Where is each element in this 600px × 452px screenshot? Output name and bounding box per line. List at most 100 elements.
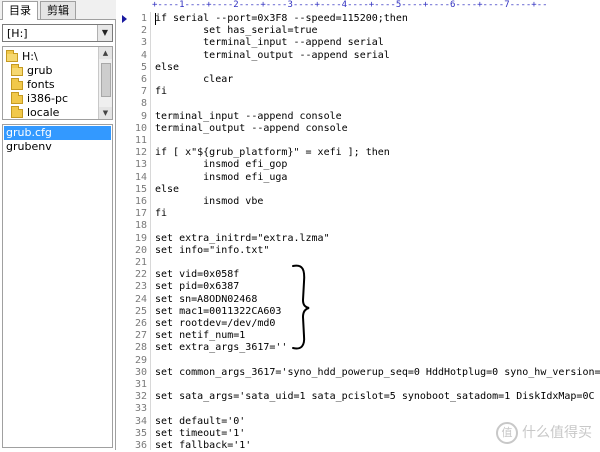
column-ruler: +----1----+----2----+----3----+----4----…: [152, 0, 600, 10]
tree-scrollbar[interactable]: ▲ ▼: [98, 47, 112, 119]
line-number: 17: [134, 208, 147, 219]
panel-tabbar: 目录 剪辑: [0, 0, 116, 20]
scrollbar-thumb[interactable]: [101, 63, 111, 97]
line-number: 3: [140, 37, 147, 48]
folder-open-icon: [11, 63, 23, 76]
code-line[interactable]: fi: [155, 86, 167, 98]
line-number: 25: [134, 306, 147, 317]
code-line[interactable]: if [ x"${grub_platform}" = xefi ]; then: [155, 147, 390, 159]
code-line[interactable]: set common_args_3617='syno_hdd_powerup_s…: [155, 367, 600, 379]
code-line[interactable]: set has_serial=true: [155, 25, 317, 37]
line-number: 31: [134, 379, 147, 390]
tree-item-i386-pc[interactable]: i386-pc: [11, 91, 69, 106]
file-item-grub-cfg[interactable]: grub.cfg: [4, 126, 111, 140]
line-number: 11: [134, 135, 147, 146]
line-number: 19: [134, 233, 147, 244]
watermark-text: 什么值得买: [522, 425, 592, 441]
code-line[interactable]: set sata_args='sata_uid=1 sata_pcislot=5…: [155, 391, 600, 403]
code-line[interactable]: set extra_initrd="extra.lzma": [155, 233, 330, 245]
line-number: 10: [134, 123, 147, 134]
code-line[interactable]: set netif_num=1: [155, 330, 245, 342]
folder-open-icon: [6, 49, 18, 62]
code-line[interactable]: set extra_args_3617='': [155, 342, 287, 354]
line-number: 20: [134, 245, 147, 256]
line-number: 1: [140, 13, 147, 24]
drive-dropdown[interactable]: [H:] ▼: [2, 24, 113, 42]
line-number: 22: [134, 269, 147, 280]
code-line[interactable]: terminal_output --append serial: [155, 50, 390, 62]
code-line[interactable]: set fallback='1': [155, 440, 251, 452]
code-line[interactable]: set mac1=0011322CA603: [155, 306, 281, 318]
file-item-grubenv[interactable]: grubenv: [4, 140, 111, 154]
line-number: 18: [134, 220, 147, 231]
code-line[interactable]: insmod efi_gop: [155, 159, 287, 171]
code-line[interactable]: terminal_input --append console: [155, 111, 342, 123]
code-line[interactable]: terminal_input --append serial: [155, 37, 384, 49]
line-number: 8: [140, 98, 147, 109]
line-number: 7: [140, 86, 147, 97]
line-number: 35: [134, 428, 147, 439]
line-number: 16: [134, 196, 147, 207]
tree-item-label: fonts: [27, 78, 55, 91]
file-list: grub.cfg grubenv: [2, 124, 113, 448]
text-caret: [155, 13, 156, 25]
chevron-down-icon[interactable]: ▼: [97, 25, 112, 41]
tree-item-label: locale: [27, 106, 60, 119]
code-line[interactable]: set sn=A8ODN02468: [155, 294, 257, 306]
code-line[interactable]: clear: [155, 74, 233, 86]
line-number: 30: [134, 367, 147, 378]
line-number-gutter: 1 2 3 4 5 6 7 8 9 10 11 12 13 14 15 16 17 18 19 20 21 22 23 24 2…: [116, 12, 147, 451]
code-line[interactable]: set timeout='1': [155, 428, 245, 440]
tree-item-root[interactable]: H:\: [6, 49, 38, 64]
code-line[interactable]: set info="info.txt": [155, 245, 269, 257]
line-number: 33: [134, 403, 147, 414]
tree-item-grub[interactable]: grub: [11, 63, 53, 78]
folder-tree: H:\ grub fonts i386-pc locale x86_64-efi…: [2, 46, 113, 120]
tree-item-label: i386-pc: [27, 92, 69, 105]
file-browser-panel: 目录 剪辑 [H:] ▼ H:\ grub fonts i386-pc loca…: [0, 0, 116, 450]
scroll-down-icon[interactable]: ▼: [99, 107, 112, 119]
line-number: 21: [134, 257, 147, 268]
code-line[interactable]: terminal_output --append console: [155, 123, 348, 135]
text-editor[interactable]: +----1----+----2----+----3----+----4----…: [116, 0, 600, 452]
line-number: 32: [134, 391, 147, 402]
tree-item-label: grub: [27, 64, 53, 77]
line-number: 12: [134, 147, 147, 158]
line-number: 36: [134, 440, 147, 451]
line-number: 6: [140, 74, 147, 85]
line-number: 2: [140, 25, 147, 36]
line-number: 13: [134, 159, 147, 170]
code-line[interactable]: set pid=0x6387: [155, 281, 239, 293]
code-line[interactable]: if serial --port=0x3F8 --speed=115200;th…: [155, 13, 408, 25]
line-number: 34: [134, 416, 147, 427]
watermark: 值什么值得买: [496, 422, 592, 444]
line-number: 14: [134, 172, 147, 183]
code-line[interactable]: else: [155, 184, 179, 196]
line-number: 9: [140, 111, 147, 122]
code-line[interactable]: set rootdev=/dev/md0: [155, 318, 275, 330]
line-number: 4: [140, 50, 147, 61]
code-line[interactable]: insmod vbe: [155, 196, 263, 208]
line-number: 15: [134, 184, 147, 195]
folder-icon: [11, 77, 23, 90]
code-line[interactable]: set vid=0x058f: [155, 269, 239, 281]
handwritten-brace-annotation: [292, 264, 310, 350]
line-number: 26: [134, 318, 147, 329]
tree-item-label: H:\: [22, 50, 38, 63]
watermark-logo-icon: 值: [496, 422, 518, 444]
current-line-marker-icon: [122, 15, 127, 23]
tree-item-locale[interactable]: locale: [11, 105, 60, 119]
folder-icon: [11, 91, 23, 104]
tab-clipboard[interactable]: 剪辑: [40, 1, 76, 19]
code-line[interactable]: fi: [155, 208, 167, 220]
scroll-up-icon[interactable]: ▲: [99, 47, 112, 59]
tree-item-fonts[interactable]: fonts: [11, 77, 55, 92]
tab-directory[interactable]: 目录: [2, 1, 38, 20]
line-number: 28: [134, 342, 147, 353]
line-number: 27: [134, 330, 147, 341]
drive-dropdown-value: [H:]: [7, 27, 28, 40]
code-line[interactable]: else: [155, 62, 179, 74]
code-line[interactable]: insmod efi_uga: [155, 172, 287, 184]
code-line[interactable]: set default='0': [155, 416, 245, 428]
line-number: 29: [134, 355, 147, 366]
